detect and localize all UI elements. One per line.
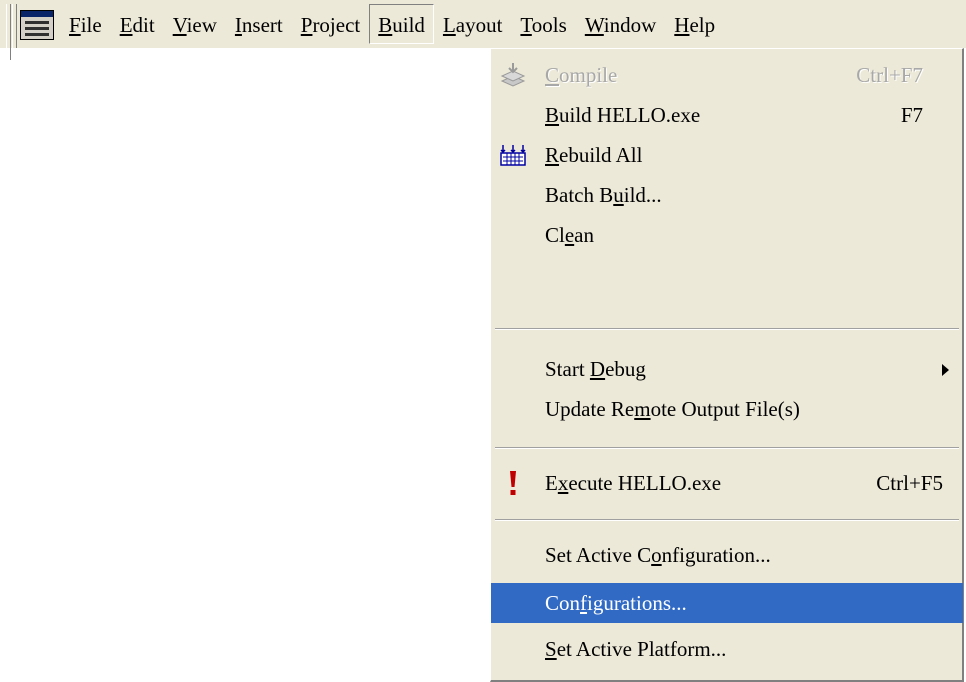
application-menu-icon[interactable] (20, 10, 54, 40)
menu-item-execute[interactable]: Execute HELLO.exe Ctrl+F5 (491, 463, 963, 503)
menu-items: File Edit View Insert Project Build Layo… (60, 0, 724, 48)
build-shortcut: F7 (900, 103, 923, 127)
menu-view[interactable]: View (164, 4, 226, 44)
menu-item-set-active-configuration[interactable]: Set Active Configuration... (491, 535, 963, 575)
menu-layout[interactable]: Layout (434, 4, 511, 44)
menu-separator (495, 519, 959, 521)
menu-edit[interactable]: Edit (111, 4, 164, 44)
menu-item-update-remote-output[interactable]: Update Remote Output File(s) (491, 389, 963, 429)
execute-shortcut: Ctrl+F5 (876, 471, 943, 495)
menu-item-compile[interactable]: Compile Ctrl+F7 (491, 55, 963, 95)
menu-insert[interactable]: Insert (226, 4, 292, 44)
build-menu-dropdown: Compile Ctrl+F7 Build HELLO.exe F7 Rebui… (490, 48, 964, 682)
menu-item-batch-build[interactable]: Batch Build... (491, 175, 963, 215)
menu-bar: File Edit View Insert Project Build Layo… (0, 0, 966, 60)
menu-item-configurations[interactable]: Configurations... (491, 583, 963, 623)
menu-help[interactable]: Help (665, 4, 724, 44)
menu-separator (495, 447, 959, 449)
rebuild-icon (500, 145, 526, 166)
toolbar-grip[interactable] (6, 4, 11, 60)
menu-tools[interactable]: Tools (511, 4, 575, 44)
menu-item-set-active-platform[interactable]: Set Active Platform... (491, 629, 963, 669)
exclamation-icon (510, 471, 516, 495)
menu-item-build[interactable]: Build HELLO.exe F7 (491, 95, 963, 135)
compile-icon (500, 63, 526, 87)
menu-window[interactable]: Window (576, 4, 665, 44)
toolbar-grip-secondary[interactable] (12, 4, 17, 48)
submenu-arrow-icon (942, 364, 949, 376)
menu-project[interactable]: Project (292, 4, 370, 44)
compile-shortcut: Ctrl+F7 (856, 63, 923, 87)
menu-item-start-debug[interactable]: Start Debug (491, 349, 963, 389)
menu-separator (495, 328, 959, 330)
menu-item-clean[interactable]: Clean (491, 215, 963, 255)
menu-item-rebuild-all[interactable]: Rebuild All (491, 135, 963, 175)
menu-file[interactable]: File (60, 4, 111, 44)
menu-build[interactable]: Build (369, 4, 434, 44)
